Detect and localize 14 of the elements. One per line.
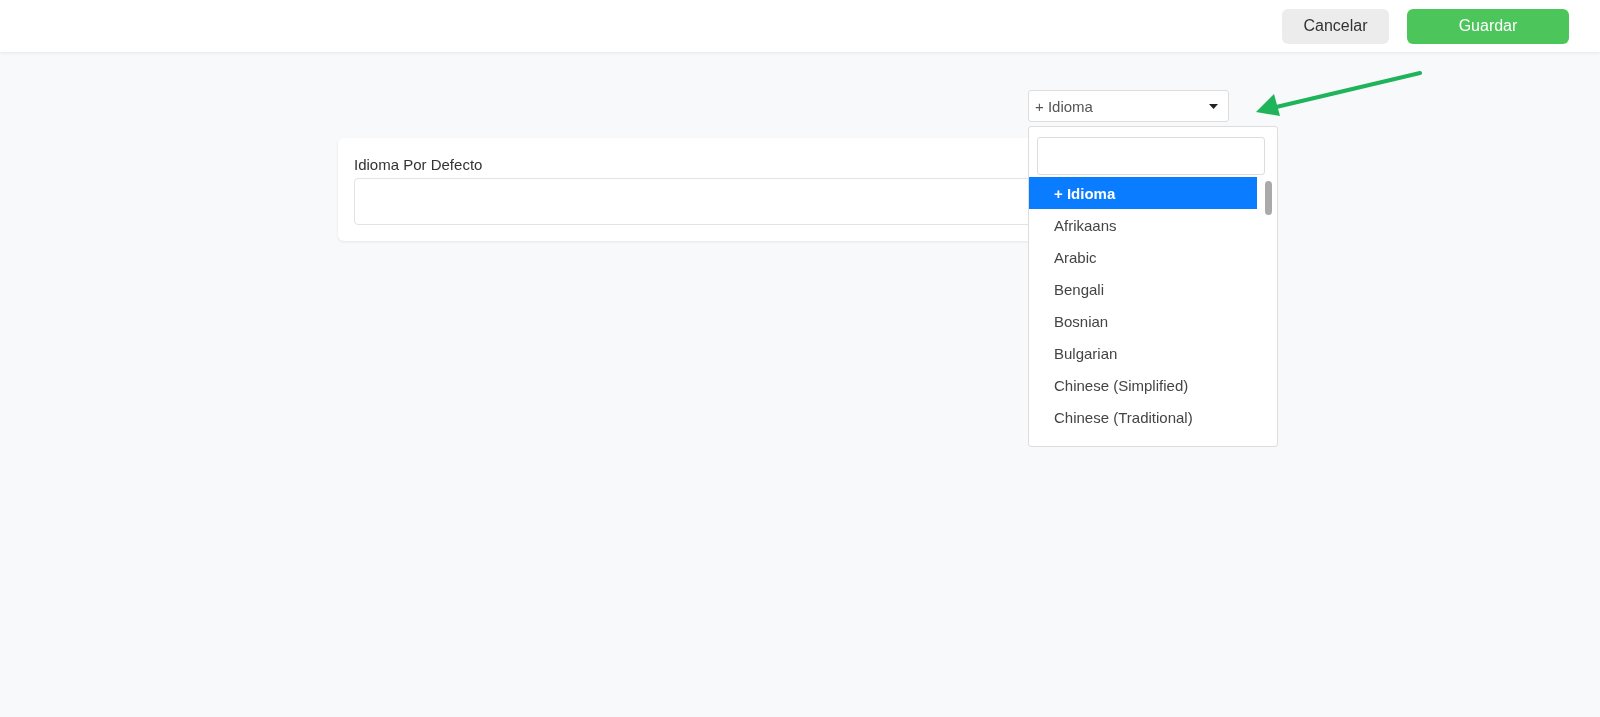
caret-icon [1209,103,1218,109]
scrollbar-thumb[interactable] [1265,181,1272,215]
dropdown-option[interactable]: Chinese (Simplified) [1029,369,1257,401]
dropdown-option[interactable]: Arabic [1029,241,1257,273]
field-label: Idioma Por Defecto [354,156,484,173]
dropdown-option[interactable]: Bengali [1029,273,1257,305]
language-select[interactable]: + Idioma [1028,90,1229,122]
cancel-button[interactable]: Cancelar [1282,8,1389,44]
dropdown-option[interactable]: Bulgarian [1029,337,1257,369]
dropdown-option[interactable]: Afrikaans [1029,209,1257,241]
dropdown-option[interactable]: Chinese (Traditional) [1029,401,1257,433]
search-field[interactable] [1037,137,1265,175]
dropdown-option[interactable]: Bosnian [1029,305,1257,337]
dropdown-option[interactable]: + Idioma [1029,177,1257,209]
